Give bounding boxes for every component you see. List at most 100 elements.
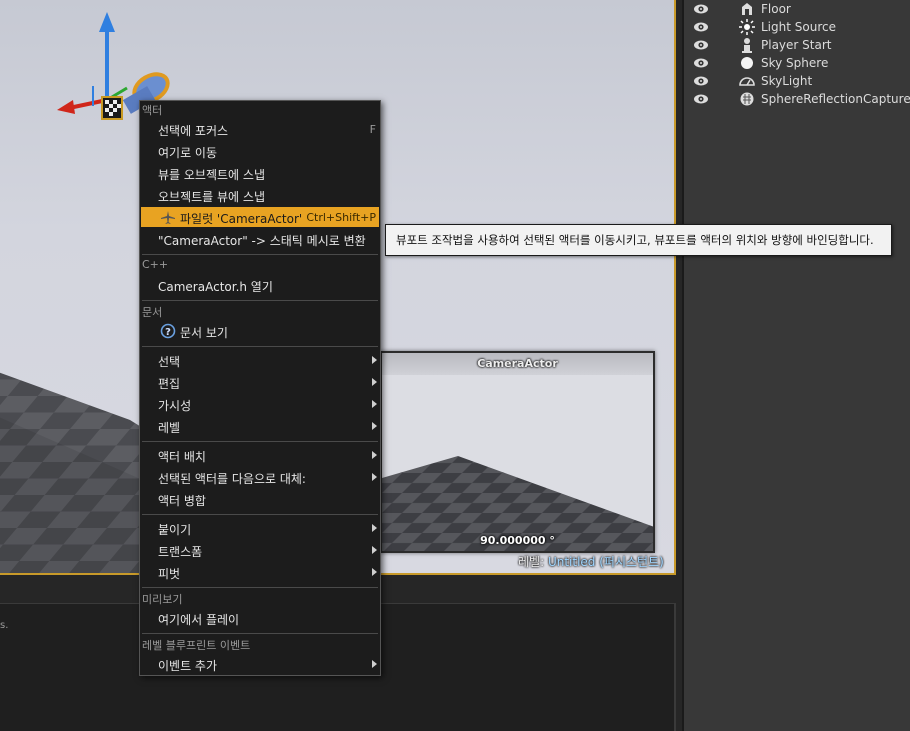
menu-item-level[interactable]: 레벨 [141, 416, 379, 436]
menu-item-place-actor[interactable]: 액터 배치 [141, 445, 379, 465]
submenu-arrow-icon [372, 568, 377, 576]
submenu-arrow-icon [372, 546, 377, 554]
menu-separator [142, 633, 378, 634]
outliner-row-player-start[interactable]: Player Start [684, 36, 910, 54]
menu-item-move-here[interactable]: 여기로 이동 [141, 141, 379, 161]
submenu-arrow-icon [372, 660, 377, 668]
outliner-row-light-source[interactable]: Light Source [684, 18, 910, 36]
camera-preview: CameraActor 90.000000 ° [380, 351, 655, 553]
menu-item-snap-object-to-view[interactable]: 오브젝트를 뷰에 스냅 [141, 185, 379, 205]
pilot-tooltip: 뷰포트 조작법을 사용하여 선택된 액터를 이동시키고, 뷰포트를 액터의 위치… [385, 224, 892, 256]
eye-icon[interactable] [693, 58, 709, 68]
submenu-arrow-icon [372, 473, 377, 481]
eye-icon[interactable] [693, 76, 709, 86]
menu-separator [142, 346, 378, 347]
level-prefix: 레벨: [518, 555, 548, 569]
menu-separator [142, 300, 378, 301]
camera-preview-title: CameraActor [382, 353, 653, 375]
outliner-label: SphereReflectionCapture [761, 92, 910, 106]
submenu-arrow-icon [372, 400, 377, 408]
menu-item-replace-actor[interactable]: 선택된 액터를 다음으로 대체: [141, 467, 379, 487]
menu-separator [142, 441, 378, 442]
menu-item-edit[interactable]: 편집 [141, 372, 379, 392]
menu-section-docs: 문서 [142, 306, 163, 319]
menu-section-cpp: C++ [142, 258, 169, 271]
camera-preview-angle: 90.000000 ° [480, 534, 555, 547]
player-start-icon [742, 38, 752, 53]
menu-separator [142, 587, 378, 588]
menu-item-shortcut: F [369, 123, 376, 136]
menu-item-label: 여기에서 플레이 [158, 613, 240, 627]
menu-item-snap-view-to-object[interactable]: 뷰를 오브젝트에 스냅 [141, 163, 379, 183]
output-text: s. [0, 620, 9, 631]
menu-item-label: 문서 보기 [180, 326, 228, 340]
menu-item-focus-selected[interactable]: 선택에 포커스 F [141, 119, 379, 139]
submenu-arrow-icon [372, 422, 377, 430]
menu-item-label: 선택에 포커스 [158, 124, 229, 138]
level-name: Untitled (퍼시스턴트) [547, 555, 664, 569]
submenu-arrow-icon [372, 378, 377, 386]
level-label: 레벨: Untitled (퍼시스턴트) [518, 553, 664, 570]
menu-item-pilot-actor[interactable]: 파일럿 'CameraActor' Ctrl+Shift+P [141, 207, 379, 227]
outliner-label: Sky Sphere [761, 56, 829, 70]
menu-item-play-here[interactable]: 여기에서 플레이 [141, 608, 379, 628]
reflection-capture-icon [740, 92, 754, 106]
menu-item-shortcut: Ctrl+Shift+P [306, 211, 376, 224]
menu-item-label: 오브젝트를 뷰에 스냅 [158, 190, 265, 204]
menu-item-pivot[interactable]: 피벗 [141, 562, 379, 582]
outliner-label: SkyLight [761, 74, 813, 88]
menu-item-visibility[interactable]: 가시성 [141, 394, 379, 414]
menu-item-label: 선택된 액터를 다음으로 대체: [158, 472, 306, 486]
menu-separator [142, 254, 378, 255]
menu-item-label: 이벤트 추가 [158, 659, 218, 673]
outliner-row-sphere-reflection-capture[interactable]: SphereReflectionCapture [684, 90, 910, 108]
menu-item-label: 가시성 [158, 399, 192, 413]
submenu-arrow-icon [372, 451, 377, 459]
skylight-icon [739, 77, 755, 86]
menu-item-label: "CameraActor" -> 스태틱 메시로 변환 [158, 234, 366, 248]
menu-item-label: 편집 [158, 377, 181, 391]
menu-item-select[interactable]: 선택 [141, 350, 379, 370]
menu-section-actor: 액터 [142, 104, 163, 117]
menu-item-label: 피벗 [158, 567, 181, 581]
airplane-icon [161, 211, 175, 224]
menu-item-label: 붙이기 [158, 523, 192, 537]
menu-item-attach[interactable]: 붙이기 [141, 518, 379, 538]
menu-item-convert-to-static-mesh[interactable]: "CameraActor" -> 스태틱 메시로 변환 [141, 229, 379, 249]
world-outliner: Floor Light Source Player Start Sky Sphe… [682, 0, 910, 731]
menu-item-label: 액터 병합 [158, 494, 206, 508]
floor-icon [742, 3, 752, 15]
menu-item-label: 액터 배치 [158, 450, 206, 464]
menu-item-label: 레벨 [158, 421, 181, 435]
outliner-row-sky-sphere[interactable]: Sky Sphere [684, 54, 910, 72]
menu-item-label: 트랜스폼 [158, 545, 203, 559]
svg-text:?: ? [165, 327, 171, 338]
menu-item-label: 선택 [158, 355, 181, 369]
outliner-label: Player Start [761, 38, 832, 52]
help-icon: ? [160, 323, 176, 339]
eye-icon[interactable] [693, 22, 709, 32]
eye-icon[interactable] [693, 4, 709, 14]
context-menu: 액터 선택에 포커스 F 여기로 이동 뷰를 오브젝트에 스냅 오브젝트를 뷰에… [139, 100, 381, 676]
outliner-label: Floor [761, 2, 791, 16]
outliner-row-skylight[interactable]: SkyLight [684, 72, 910, 90]
eye-icon[interactable] [693, 40, 709, 50]
menu-item-transform[interactable]: 트랜스폼 [141, 540, 379, 560]
menu-item-label: 여기로 이동 [158, 146, 218, 160]
menu-separator [142, 514, 378, 515]
outliner-row-floor[interactable]: Floor [684, 0, 910, 18]
submenu-arrow-icon [372, 356, 377, 364]
menu-item-view-docs[interactable]: ? 문서 보기 [141, 321, 379, 341]
outliner-label: Light Source [761, 20, 836, 34]
menu-section-preview: 미리보기 [142, 593, 183, 606]
eye-icon[interactable] [693, 94, 709, 104]
menu-item-add-event[interactable]: 이벤트 추가 [141, 654, 379, 674]
sky-sphere-icon [741, 57, 753, 69]
preview-floor [382, 456, 653, 551]
menu-item-label: CameraActor.h 열기 [158, 280, 273, 294]
menu-section-level-blueprint: 레벨 블루프린트 이벤트 [142, 639, 251, 652]
menu-item-merge-actors[interactable]: 액터 병합 [141, 489, 379, 509]
menu-item-open-header[interactable]: CameraActor.h 열기 [141, 275, 379, 295]
menu-item-label: 뷰를 오브젝트에 스냅 [158, 168, 265, 182]
submenu-arrow-icon [372, 524, 377, 532]
